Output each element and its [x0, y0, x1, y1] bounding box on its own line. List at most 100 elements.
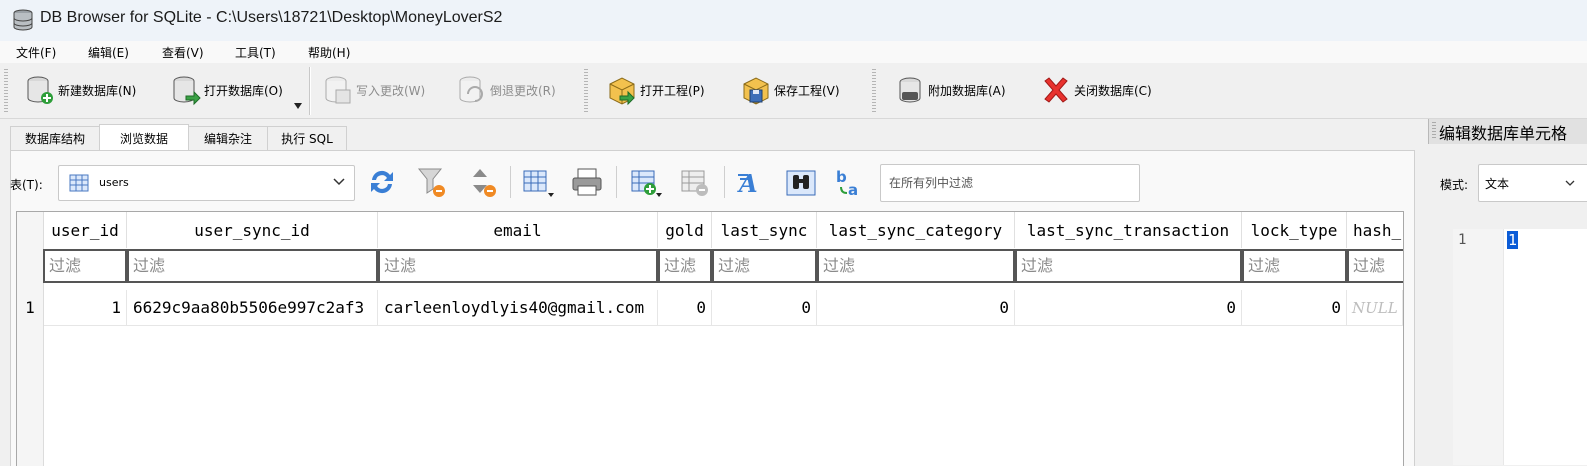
- clear-filters-button[interactable]: [413, 163, 451, 201]
- line-number-gutter: 1: [1453, 229, 1504, 465]
- table-cell[interactable]: carleenloydlyis40@gmail.com: [378, 290, 658, 326]
- open-database-button[interactable]: 打开数据库(O): [170, 71, 283, 109]
- column-filter-lock-type[interactable]: 过滤: [1242, 249, 1347, 283]
- table-cell[interactable]: 0: [817, 290, 1015, 326]
- filter-toolbar-separator: [616, 166, 617, 198]
- column-header-lock-type[interactable]: lock_type: [1242, 212, 1347, 248]
- row-number[interactable]: 1: [17, 290, 43, 326]
- svg-text:A: A: [737, 169, 758, 198]
- menu-file[interactable]: 文件(F): [16, 44, 56, 61]
- write-changes-icon: [325, 76, 351, 104]
- save-project-button[interactable]: 保存工程(V): [740, 71, 840, 109]
- row-header-column: [17, 212, 44, 466]
- dock-grip[interactable]: [1432, 122, 1436, 140]
- data-grid: user_id user_sync_id email gold last_syn…: [16, 211, 1404, 466]
- attach-database-label: 附加数据库(A): [928, 83, 1006, 98]
- table-label: 表(T):: [10, 178, 43, 192]
- menu-edit[interactable]: 编辑(E): [88, 44, 129, 61]
- filter-all-columns-input[interactable]: [887, 167, 1131, 199]
- write-changes-button[interactable]: 写入更改(W): [322, 71, 425, 109]
- write-changes-label: 写入更改(W): [356, 83, 426, 98]
- find-button[interactable]: [782, 163, 820, 201]
- print-button[interactable]: [568, 163, 606, 201]
- menu-tools[interactable]: 工具(T): [235, 44, 276, 61]
- tab-database-structure[interactable]: 数据库结构: [10, 126, 100, 150]
- find-replace-button[interactable]: b a: [831, 163, 869, 201]
- tab-execute-sql[interactable]: 执行 SQL: [267, 126, 347, 150]
- svg-text:a: a: [848, 181, 858, 199]
- save-project-icon: [743, 77, 769, 105]
- column-filter-user-id[interactable]: 过滤: [43, 249, 127, 283]
- menu-help[interactable]: 帮助(H): [308, 44, 350, 61]
- insert-record-button[interactable]: [626, 163, 664, 201]
- sort-clear-icon: [473, 169, 496, 197]
- menu-view[interactable]: 查看(V): [162, 44, 204, 61]
- column-header-user-sync-id[interactable]: user_sync_id: [127, 212, 378, 248]
- toolbar-grip[interactable]: [4, 69, 8, 113]
- filter-all-columns-field[interactable]: [880, 164, 1140, 202]
- main-tabs: 数据库结构 浏览数据 编辑杂注 执行 SQL: [10, 124, 1410, 151]
- column-filter-email[interactable]: 过滤: [378, 249, 658, 283]
- table-select[interactable]: users: [58, 165, 355, 201]
- binoculars-icon: [786, 170, 816, 196]
- clear-sorting-button[interactable]: [464, 163, 502, 201]
- column-filter-last-sync-transaction[interactable]: 过滤: [1015, 249, 1242, 283]
- save-project-label: 保存工程(V): [774, 83, 840, 98]
- revert-changes-button[interactable]: 倒退更改(R): [456, 71, 556, 109]
- column-header-last-sync[interactable]: last_sync: [712, 212, 817, 248]
- table-cell[interactable]: 0: [658, 290, 712, 326]
- table-cell[interactable]: 0: [712, 290, 817, 326]
- open-project-icon: [609, 77, 635, 106]
- column-filter-last-sync[interactable]: 过滤: [712, 249, 817, 283]
- column-filter-user-sync-id[interactable]: 过滤: [127, 249, 378, 283]
- refresh-button[interactable]: [363, 163, 401, 201]
- table-cell[interactable]: 0: [1015, 290, 1242, 326]
- table-cell[interactable]: 0: [1242, 290, 1347, 326]
- attach-database-button[interactable]: 附加数据库(A): [894, 71, 1006, 109]
- table-cell-null[interactable]: NULL: [1347, 290, 1403, 326]
- column-header-gold[interactable]: gold: [658, 212, 712, 248]
- column-header-email[interactable]: email: [378, 212, 658, 248]
- tab-edit-pragmas[interactable]: 编辑杂注: [188, 126, 268, 150]
- mode-select[interactable]: 文本: [1478, 164, 1587, 202]
- cell-editor[interactable]: 1 1: [1453, 229, 1587, 465]
- save-view-button[interactable]: [518, 163, 556, 201]
- toolbar-grip[interactable]: [872, 69, 876, 113]
- cell-editor-text[interactable]: 1: [1507, 231, 1519, 249]
- close-icon: [1044, 77, 1068, 103]
- window-title: DB Browser for SQLite - C:\Users\18721\D…: [40, 9, 503, 26]
- delete-row-icon: [681, 170, 708, 196]
- open-project-label: 打开工程(P): [640, 83, 705, 98]
- column-header-last-sync-category[interactable]: last_sync_category: [817, 212, 1015, 248]
- toolbar-separator: [309, 67, 311, 115]
- new-database-button[interactable]: 新建数据库(N): [24, 71, 136, 109]
- filter-toolbar-separator: [510, 166, 511, 198]
- font-settings-button[interactable]: A: [733, 163, 771, 201]
- open-database-label: 打开数据库(O): [204, 83, 283, 98]
- toolbar-grip[interactable]: [584, 69, 588, 113]
- column-header-last-sync-transaction[interactable]: last_sync_transaction: [1015, 212, 1242, 248]
- revert-changes-icon: [459, 76, 483, 103]
- edit-cell-dock-header: 编辑数据库单元格: [1428, 119, 1587, 144]
- column-filter-hash[interactable]: 过滤: [1347, 249, 1403, 283]
- delete-record-button[interactable]: [676, 163, 714, 201]
- column-filter-last-sync-category[interactable]: 过滤: [817, 249, 1015, 283]
- open-database-icon: [173, 76, 201, 106]
- column-filter-gold[interactable]: 过滤: [658, 249, 712, 283]
- close-database-button[interactable]: 关闭数据库(C): [1040, 71, 1152, 109]
- column-header-user-id[interactable]: user_id: [44, 212, 127, 248]
- open-database-dropdown-icon[interactable]: [294, 103, 302, 109]
- new-database-label: 新建数据库(N): [58, 83, 137, 98]
- tab-browse-data[interactable]: 浏览数据: [99, 124, 189, 151]
- mode-select-value: 文本: [1485, 177, 1510, 191]
- table-save-icon: [523, 170, 554, 197]
- attach-database-icon: [899, 77, 921, 103]
- table-cell[interactable]: 1: [44, 290, 127, 326]
- font-icon: A: [737, 169, 758, 198]
- open-project-button[interactable]: 打开工程(P): [606, 71, 705, 109]
- new-database-icon: [27, 76, 53, 104]
- column-header-hash[interactable]: hash_: [1347, 212, 1403, 248]
- chevron-down-icon: [333, 178, 345, 186]
- table-cell[interactable]: 6629c9aa80b5506e997c2af3: [127, 290, 378, 326]
- main-toolbar: 新建数据库(N) 打开数据库(O) 写入更改(W) 倒退更改(R) 打开工程(P…: [0, 63, 1587, 119]
